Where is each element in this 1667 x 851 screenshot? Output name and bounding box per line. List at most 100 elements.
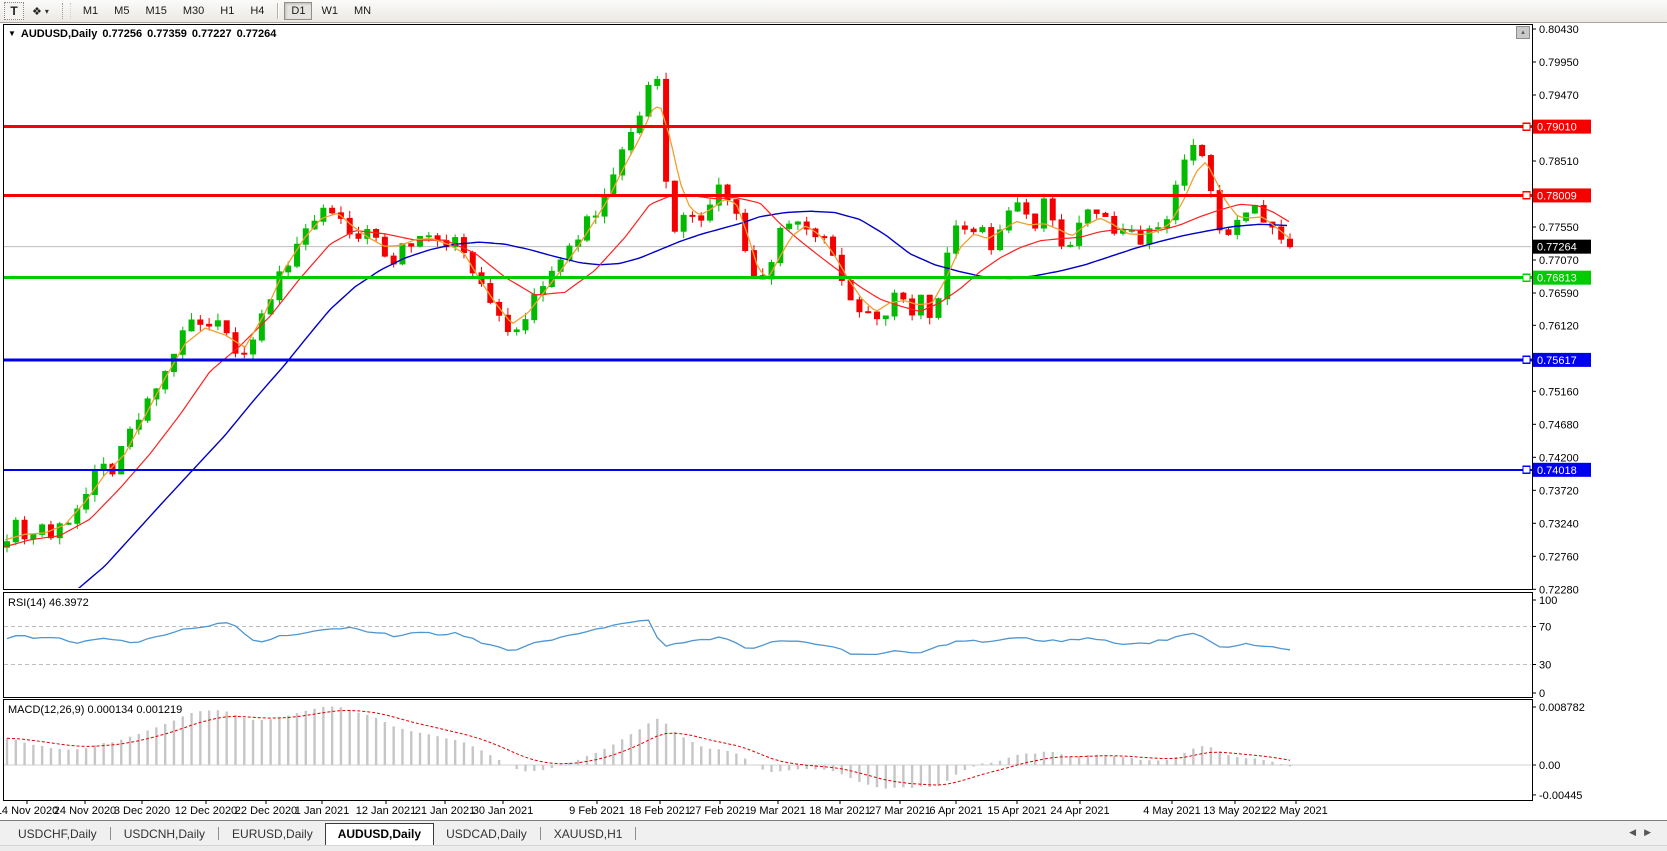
tab-usdcad-daily[interactable]: USDCAD,Daily <box>434 824 539 845</box>
mt4-window: 0.80430 0.79950 0.79470 0.78510 0.77550 0.770… <box>0 0 1667 851</box>
svg-text:0.76590: 0.76590 <box>1539 288 1579 300</box>
toolbar-separator <box>277 3 278 19</box>
svg-text:0.80430: 0.80430 <box>1539 24 1579 36</box>
svg-text:0.78009: 0.78009 <box>1537 190 1577 202</box>
svg-text:0: 0 <box>1539 688 1545 700</box>
svg-text:9 Feb 2021: 9 Feb 2021 <box>569 805 625 817</box>
toolbar: T ❖ ▾ M1 M5 M15 M30 H1 H4 D1 W1 MN <box>0 0 1667 23</box>
timeframe-m5-button[interactable]: M5 <box>107 2 136 20</box>
macd-indicator-label: MACD(12,26,9) 0.000134 0.001219 <box>8 704 182 716</box>
svg-text:0.74680: 0.74680 <box>1539 419 1579 431</box>
timeframe-w1-button[interactable]: W1 <box>314 2 345 20</box>
timeframe-h1-button[interactable]: H1 <box>213 2 241 20</box>
svg-text:24 Nov 2020: 24 Nov 2020 <box>54 805 116 817</box>
symbol-tab-bar: USDCHF,Daily USDCNH,Daily EURUSD,Daily A… <box>0 820 1667 845</box>
text-tool-button[interactable]: T <box>4 2 24 20</box>
rsi-axis: 100 70 30 0 <box>1532 595 1557 700</box>
svg-text:12 Jan 2021: 12 Jan 2021 <box>356 805 417 817</box>
svg-text:21 Jan 2021: 21 Jan 2021 <box>415 805 476 817</box>
chart-close-value: 0.77264 <box>237 28 277 40</box>
timeframe-d1-button[interactable]: D1 <box>284 2 312 20</box>
macd-panel <box>4 707 1532 789</box>
svg-text:1 Jan 2021: 1 Jan 2021 <box>295 805 349 817</box>
timeframe-h4-button[interactable]: H4 <box>243 2 271 20</box>
tab-eurusd-daily[interactable]: EURUSD,Daily <box>220 824 325 845</box>
svg-text:24 Apr 2021: 24 Apr 2021 <box>1050 805 1109 817</box>
svg-text:6 Apr 2021: 6 Apr 2021 <box>929 805 982 817</box>
svg-text:18 Feb 2021: 18 Feb 2021 <box>629 805 691 817</box>
chart-open-value: 0.77256 <box>102 28 142 40</box>
timeframe-mn-button[interactable]: MN <box>347 2 378 20</box>
chart-high-value: 0.77359 <box>147 28 187 40</box>
tab-separator <box>540 827 541 840</box>
svg-text:70: 70 <box>1539 622 1551 634</box>
svg-text:22 Dec 2020: 22 Dec 2020 <box>235 805 297 817</box>
svg-text:0.77550: 0.77550 <box>1539 222 1579 234</box>
svg-text:0.75160: 0.75160 <box>1539 386 1579 398</box>
svg-text:14 Nov 2020: 14 Nov 2020 <box>0 805 58 817</box>
tab-separator <box>218 827 219 840</box>
svg-text:0.00: 0.00 <box>1539 760 1560 772</box>
chart-low-value: 0.77227 <box>192 28 232 40</box>
svg-text:0.79010: 0.79010 <box>1537 122 1577 134</box>
svg-text:12 Dec 2020: 12 Dec 2020 <box>175 805 237 817</box>
svg-text:100: 100 <box>1539 595 1557 607</box>
panel-borders <box>4 25 1533 801</box>
timeframe-m1-button[interactable]: M1 <box>76 2 105 20</box>
svg-text:22 May 2021: 22 May 2021 <box>1264 805 1328 817</box>
arrange-tool-button[interactable]: ❖ ▾ <box>26 2 55 20</box>
svg-text:30 Jan 2021: 30 Jan 2021 <box>473 805 534 817</box>
svg-text:0.79470: 0.79470 <box>1539 90 1579 102</box>
candlestick-series <box>5 73 1293 553</box>
svg-text:0.79950: 0.79950 <box>1539 57 1579 69</box>
rsi-indicator-label: RSI(14) 46.3972 <box>8 597 89 609</box>
svg-text:0.77070: 0.77070 <box>1539 255 1579 267</box>
svg-text:18 Mar 2021: 18 Mar 2021 <box>809 805 871 817</box>
svg-text:0.76813: 0.76813 <box>1537 273 1577 285</box>
main-price-panel <box>4 73 1532 592</box>
svg-text:0.78510: 0.78510 <box>1539 156 1579 168</box>
svg-text:30: 30 <box>1539 660 1551 672</box>
timeframe-m15-button[interactable]: M15 <box>138 2 173 20</box>
svg-text:9 Mar 2021: 9 Mar 2021 <box>750 805 806 817</box>
svg-text:0.74018: 0.74018 <box>1537 465 1577 477</box>
tab-usdchf-daily[interactable]: USDCHF,Daily <box>6 824 109 845</box>
timeframe-m30-button[interactable]: M30 <box>176 2 211 20</box>
svg-text:27 Mar 2021: 27 Mar 2021 <box>869 805 931 817</box>
status-bar <box>0 845 1667 851</box>
price-level-lines <box>4 123 1532 473</box>
toolbar-grip[interactable] <box>62 3 71 19</box>
svg-text:0.73240: 0.73240 <box>1539 518 1579 530</box>
tab-usdcnh-daily[interactable]: USDCNH,Daily <box>112 824 217 845</box>
svg-text:27 Feb 2021: 27 Feb 2021 <box>689 805 751 817</box>
macd-axis: 0.008782 0.00 -0.00445 <box>1532 702 1585 802</box>
svg-text:13 May 2021: 13 May 2021 <box>1203 805 1267 817</box>
svg-text:0.77264: 0.77264 <box>1537 242 1577 254</box>
rsi-panel <box>4 620 1532 664</box>
arrange-icon: ❖ <box>32 5 42 18</box>
svg-text:0.008782: 0.008782 <box>1539 702 1585 714</box>
chart-corner-button[interactable]: ▴ <box>1516 26 1530 39</box>
price-axis: 0.80430 0.79950 0.79470 0.78510 0.77550 0.770… <box>1532 24 1591 596</box>
chart-symbol-label: AUDUSD,Daily <box>21 28 97 40</box>
svg-text:0.75617: 0.75617 <box>1537 355 1577 367</box>
tab-separator <box>635 827 636 840</box>
svg-text:0.72760: 0.72760 <box>1539 551 1579 563</box>
chevron-down-icon: ▾ <box>45 7 49 16</box>
svg-text:0.76120: 0.76120 <box>1539 320 1579 332</box>
svg-text:3 Dec 2020: 3 Dec 2020 <box>114 805 170 817</box>
symbol-menu-icon[interactable]: ▼ <box>8 29 16 38</box>
tab-audusd-daily[interactable]: AUDUSD,Daily <box>325 823 434 846</box>
svg-text:0.73720: 0.73720 <box>1539 485 1579 497</box>
svg-text:15 Apr 2021: 15 Apr 2021 <box>987 805 1046 817</box>
chart-header: ▼ AUDUSD,Daily 0.77256 0.77359 0.77227 0.7726… <box>8 28 276 40</box>
tab-scroll-right-icon[interactable]: ▶ <box>1644 827 1659 837</box>
chart-canvas[interactable]: 0.80430 0.79950 0.79470 0.78510 0.77550 0.770… <box>0 0 1667 851</box>
tab-xauusd-h1[interactable]: XAUUSD,H1 <box>542 824 635 845</box>
svg-text:0.74200: 0.74200 <box>1539 452 1579 464</box>
tab-separator <box>110 827 111 840</box>
tab-scroll-left-icon[interactable]: ◀ <box>1629 827 1644 837</box>
macd-histogram <box>7 707 1290 789</box>
date-axis: 14 Nov 202024 Nov 20203 Dec 2020 12 Dec 2… <box>0 800 1328 817</box>
svg-text:-0.00445: -0.00445 <box>1539 790 1582 802</box>
